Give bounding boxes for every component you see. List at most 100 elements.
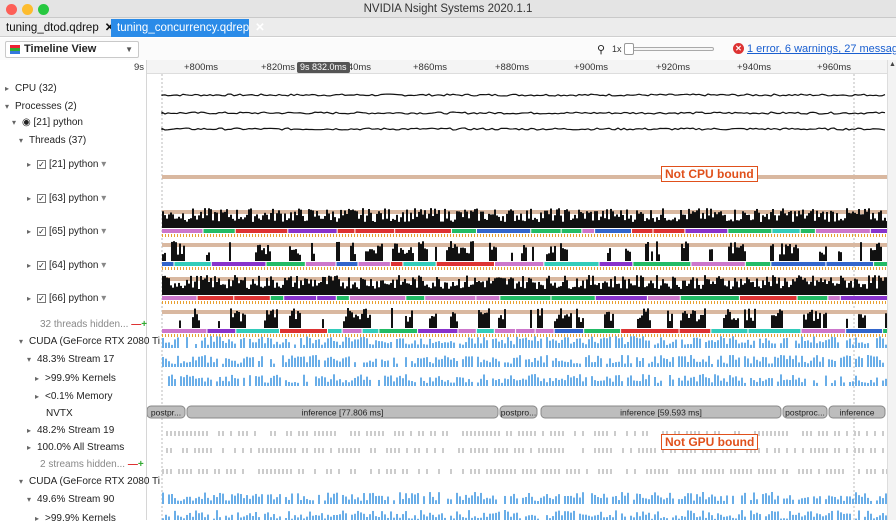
cuda-kernel-bar bbox=[696, 381, 698, 386]
zoom-window-button[interactable] bbox=[38, 4, 49, 15]
collapse-arrow-icon[interactable]: ▾ bbox=[19, 475, 29, 489]
tree-row-process-python[interactable]: ▾ ◉ [21] python bbox=[12, 116, 159, 130]
cuda-kernel-bar bbox=[705, 342, 707, 348]
view-selector[interactable]: Timeline View ▼ bbox=[5, 41, 139, 58]
tab-tuning-concurrency[interactable]: tuning_concurrency.qdrep ✕ bbox=[111, 19, 265, 37]
close-window-button[interactable] bbox=[6, 4, 17, 15]
vertical-scrollbar[interactable]: ▲ bbox=[887, 60, 896, 520]
tree-row-threads[interactable]: ▾ Threads (37) bbox=[19, 134, 166, 148]
cpu-usage-bar bbox=[298, 288, 300, 295]
collapse-arrow-icon[interactable]: ▾ bbox=[19, 134, 29, 148]
cpu-usage-bar bbox=[173, 241, 175, 261]
close-tab-icon[interactable]: ✕ bbox=[255, 22, 265, 34]
collapse-arrow-icon[interactable]: ▾ bbox=[19, 335, 29, 349]
thread-checkbox[interactable]: ✓ bbox=[37, 261, 46, 270]
cpu-usage-bar bbox=[534, 217, 536, 228]
zoom-slider[interactable] bbox=[626, 47, 714, 51]
thread-checkbox[interactable]: ✓ bbox=[37, 227, 46, 236]
cpu-usage-bar bbox=[466, 211, 468, 228]
tree-row-processes[interactable]: ▾ Processes (2) bbox=[5, 100, 152, 114]
os-runtime-tick bbox=[252, 267, 253, 270]
cuda-kernel-bar bbox=[261, 375, 263, 386]
radio-icon[interactable]: ◉ bbox=[22, 117, 34, 128]
cuda-kernel-bar bbox=[696, 494, 698, 504]
thread-checkbox[interactable]: ✓ bbox=[37, 160, 46, 169]
cuda-kernel-bar bbox=[642, 357, 644, 367]
cuda-kernel-bar bbox=[618, 500, 620, 504]
collapse-arrow-icon[interactable]: ▾ bbox=[5, 100, 15, 114]
expand-arrow-icon[interactable]: ▸ bbox=[27, 424, 37, 438]
stream-activity-bar bbox=[518, 431, 520, 436]
chevron-down-icon[interactable]: ▾ bbox=[101, 159, 106, 170]
os-runtime-tick bbox=[828, 234, 829, 237]
collapse-minus-icon[interactable]: — bbox=[131, 319, 141, 330]
chevron-down-icon[interactable]: ▾ bbox=[101, 293, 106, 304]
os-runtime-tick bbox=[420, 301, 421, 304]
cuda-kernel-bar bbox=[333, 374, 335, 386]
os-runtime-tick bbox=[726, 234, 727, 237]
os-runtime-tick bbox=[753, 301, 754, 304]
collapse-arrow-icon[interactable]: ▾ bbox=[12, 116, 22, 130]
cuda-kernel-bar bbox=[180, 363, 182, 367]
cuda-kernel-bar bbox=[216, 336, 218, 348]
expand-arrow-icon[interactable]: ▸ bbox=[27, 259, 37, 273]
cpu-usage-bar bbox=[637, 318, 639, 328]
chevron-down-icon[interactable]: ▾ bbox=[101, 260, 106, 271]
os-runtime-tick bbox=[333, 267, 334, 270]
zoom-slider-handle[interactable] bbox=[624, 43, 634, 55]
expand-arrow-icon[interactable]: ▸ bbox=[27, 292, 37, 306]
expand-arrow-icon[interactable]: ▸ bbox=[27, 225, 37, 239]
os-runtime-tick bbox=[534, 301, 535, 304]
scroll-up-arrow-icon[interactable]: ▲ bbox=[889, 61, 896, 68]
os-runtime-tick bbox=[381, 234, 382, 237]
tab-tuning-dtod[interactable]: tuning_dtod.qdrep ✕ bbox=[0, 19, 120, 37]
os-runtime-tick bbox=[612, 234, 613, 237]
os-runtime-tick bbox=[324, 267, 325, 270]
cpu-usage-bar bbox=[282, 284, 284, 295]
minimize-window-button[interactable] bbox=[22, 4, 33, 15]
cpu-usage-bar bbox=[694, 310, 696, 328]
chevron-down-icon[interactable]: ▾ bbox=[101, 193, 106, 204]
diagnostics-link[interactable]: 1 error, 6 warnings, 27 messages bbox=[747, 43, 896, 55]
expand-plus-icon[interactable]: + bbox=[138, 459, 144, 470]
cuda-kernel-bar bbox=[315, 376, 317, 386]
cpu-usage-bar bbox=[742, 244, 744, 261]
chevron-down-icon[interactable]: ▾ bbox=[101, 226, 106, 237]
os-runtime-tick bbox=[270, 234, 271, 237]
tree-row-cuda-1[interactable]: ▾ CUDA (GeForce RTX 2080 Ti bbox=[19, 335, 166, 349]
expand-arrow-icon[interactable]: ▸ bbox=[27, 158, 37, 172]
cuda-kernel-bar bbox=[492, 495, 494, 504]
thread-checkbox[interactable]: ✓ bbox=[37, 194, 46, 203]
cpu-usage-bar bbox=[426, 249, 428, 261]
os-runtime-tick bbox=[177, 267, 178, 270]
tree-row-cuda-2[interactable]: ▾ CUDA (GeForce RTX 2080 Ti bbox=[19, 475, 166, 489]
cpu-usage-bar bbox=[304, 221, 306, 228]
collapse-arrow-icon[interactable]: ▾ bbox=[27, 493, 37, 507]
timeline-area[interactable]: postpr... inference [77.806 ms] postpro...… bbox=[146, 74, 896, 522]
expand-arrow-icon[interactable]: ▸ bbox=[5, 82, 15, 96]
tree-row-cpu[interactable]: ▸ CPU (32) bbox=[5, 82, 152, 96]
search-zoom-icon[interactable]: ⚲ bbox=[597, 43, 611, 56]
cuda-kernel-bar bbox=[807, 511, 809, 522]
os-runtime-tick bbox=[468, 267, 469, 270]
cpu-usage-bar bbox=[586, 279, 588, 295]
expand-arrow-icon[interactable]: ▸ bbox=[35, 390, 45, 404]
thread-state-segment bbox=[653, 229, 685, 233]
expand-arrow-icon[interactable]: ▸ bbox=[27, 192, 37, 206]
expand-arrow-icon[interactable]: ▸ bbox=[27, 441, 37, 455]
thread-checkbox[interactable]: ✓ bbox=[37, 294, 46, 303]
stream-activity-bar bbox=[838, 469, 840, 474]
expand-arrow-icon[interactable]: ▸ bbox=[35, 372, 45, 386]
cuda-kernel-bar bbox=[765, 516, 767, 522]
timeline-canvas[interactable]: postpr... inference [77.806 ms] postpro...… bbox=[146, 74, 896, 522]
cpu-usage-bar bbox=[206, 275, 208, 295]
collapse-arrow-icon[interactable]: ▾ bbox=[27, 353, 37, 367]
os-runtime-tick bbox=[339, 267, 340, 270]
cpu-usage-bar bbox=[764, 285, 766, 295]
expand-arrow-icon[interactable]: ▸ bbox=[35, 512, 45, 526]
cuda-kernel-bar bbox=[771, 492, 773, 504]
time-ruler[interactable]: 9s +800ms +820ms +840ms +860ms +880ms +9… bbox=[134, 60, 896, 74]
cpu-usage-bar bbox=[681, 243, 683, 261]
collapse-minus-icon[interactable]: — bbox=[128, 459, 138, 470]
os-runtime-tick bbox=[612, 267, 613, 270]
